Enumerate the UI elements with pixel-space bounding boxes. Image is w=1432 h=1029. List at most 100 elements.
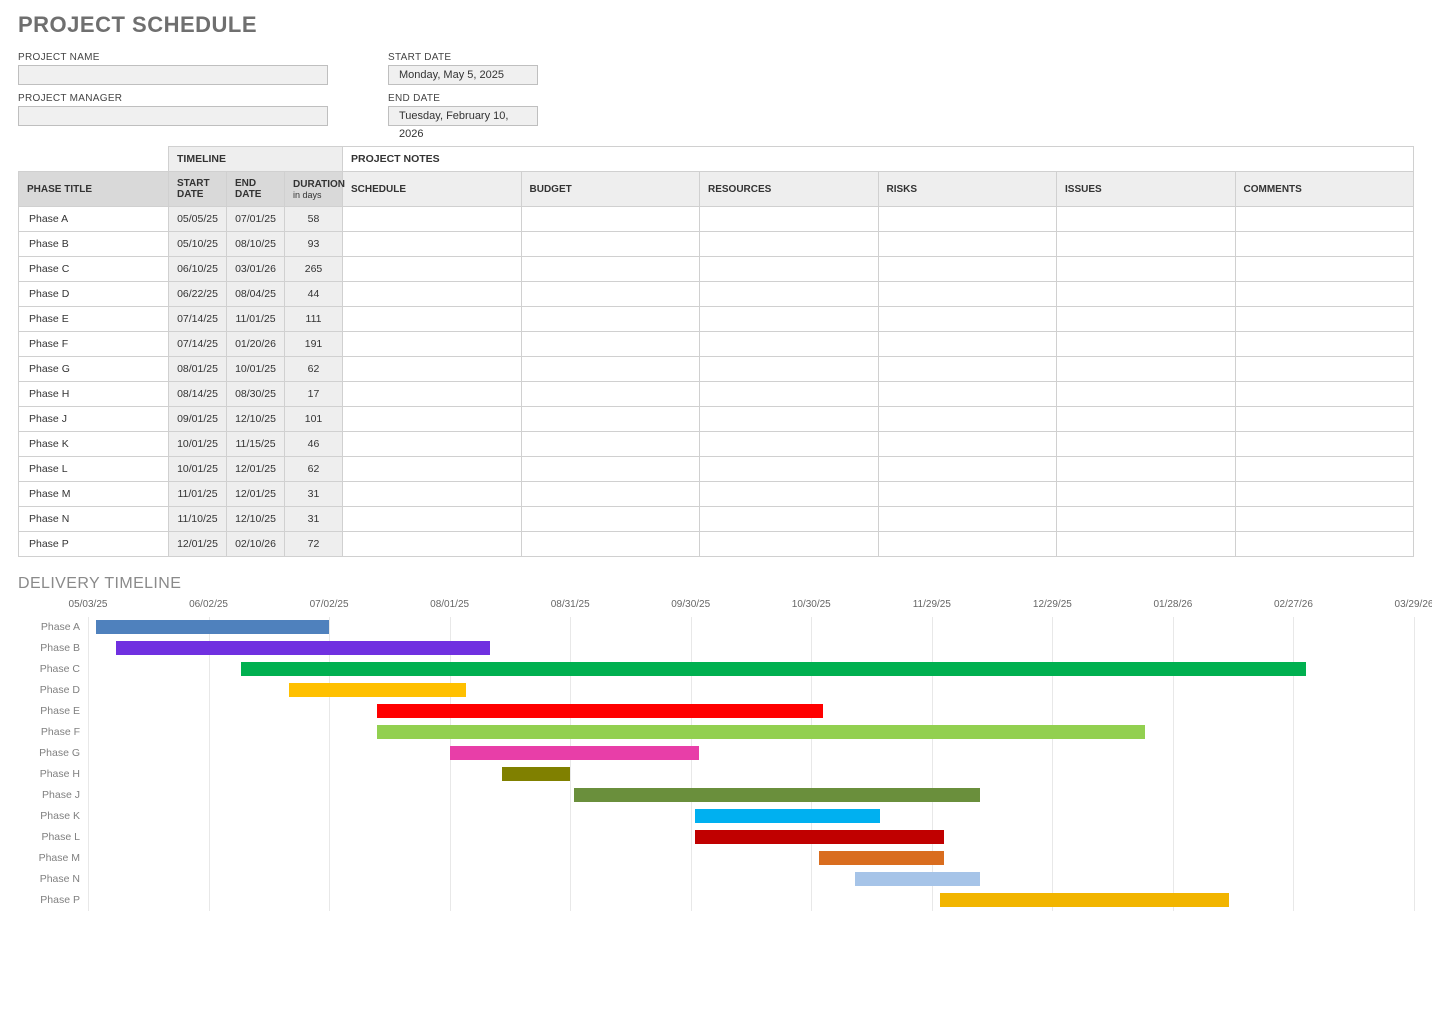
cell-budget[interactable] xyxy=(521,257,700,282)
cell-risks[interactable] xyxy=(878,457,1057,482)
cell-end[interactable]: 08/30/25 xyxy=(227,382,285,407)
cell-phase[interactable]: Phase C xyxy=(19,257,169,282)
cell-start[interactable]: 09/01/25 xyxy=(169,407,227,432)
cell-schedule[interactable] xyxy=(343,332,522,357)
cell-budget[interactable] xyxy=(521,307,700,332)
cell-schedule[interactable] xyxy=(343,257,522,282)
start-date-field[interactable]: Monday, May 5, 2025 xyxy=(388,65,538,85)
cell-budget[interactable] xyxy=(521,482,700,507)
cell-duration[interactable]: 191 xyxy=(285,332,343,357)
cell-start[interactable]: 10/01/25 xyxy=(169,432,227,457)
cell-resources[interactable] xyxy=(700,232,879,257)
cell-start[interactable]: 12/01/25 xyxy=(169,532,227,557)
cell-duration[interactable]: 44 xyxy=(285,282,343,307)
cell-risks[interactable] xyxy=(878,257,1057,282)
cell-comments[interactable] xyxy=(1235,282,1414,307)
cell-budget[interactable] xyxy=(521,332,700,357)
cell-schedule[interactable] xyxy=(343,382,522,407)
cell-issues[interactable] xyxy=(1057,357,1236,382)
cell-duration[interactable]: 31 xyxy=(285,482,343,507)
cell-phase[interactable]: Phase D xyxy=(19,282,169,307)
cell-comments[interactable] xyxy=(1235,307,1414,332)
cell-end[interactable]: 02/10/26 xyxy=(227,532,285,557)
cell-budget[interactable] xyxy=(521,507,700,532)
cell-comments[interactable] xyxy=(1235,482,1414,507)
cell-risks[interactable] xyxy=(878,382,1057,407)
cell-issues[interactable] xyxy=(1057,507,1236,532)
project-name-input[interactable] xyxy=(18,65,328,85)
cell-budget[interactable] xyxy=(521,282,700,307)
cell-start[interactable]: 05/10/25 xyxy=(169,232,227,257)
cell-resources[interactable] xyxy=(700,532,879,557)
cell-issues[interactable] xyxy=(1057,207,1236,232)
cell-phase[interactable]: Phase G xyxy=(19,357,169,382)
cell-comments[interactable] xyxy=(1235,457,1414,482)
cell-phase[interactable]: Phase M xyxy=(19,482,169,507)
cell-start[interactable]: 07/14/25 xyxy=(169,332,227,357)
cell-schedule[interactable] xyxy=(343,357,522,382)
cell-end[interactable]: 08/04/25 xyxy=(227,282,285,307)
cell-budget[interactable] xyxy=(521,357,700,382)
cell-issues[interactable] xyxy=(1057,482,1236,507)
cell-duration[interactable]: 31 xyxy=(285,507,343,532)
cell-issues[interactable] xyxy=(1057,307,1236,332)
cell-resources[interactable] xyxy=(700,357,879,382)
cell-risks[interactable] xyxy=(878,232,1057,257)
cell-budget[interactable] xyxy=(521,382,700,407)
cell-phase[interactable]: Phase K xyxy=(19,432,169,457)
cell-start[interactable]: 08/01/25 xyxy=(169,357,227,382)
cell-risks[interactable] xyxy=(878,332,1057,357)
cell-duration[interactable]: 111 xyxy=(285,307,343,332)
cell-comments[interactable] xyxy=(1235,357,1414,382)
cell-issues[interactable] xyxy=(1057,407,1236,432)
cell-start[interactable]: 06/10/25 xyxy=(169,257,227,282)
cell-budget[interactable] xyxy=(521,207,700,232)
cell-duration[interactable]: 93 xyxy=(285,232,343,257)
cell-schedule[interactable] xyxy=(343,507,522,532)
cell-resources[interactable] xyxy=(700,457,879,482)
cell-phase[interactable]: Phase B xyxy=(19,232,169,257)
cell-end[interactable]: 10/01/25 xyxy=(227,357,285,382)
cell-risks[interactable] xyxy=(878,507,1057,532)
cell-schedule[interactable] xyxy=(343,432,522,457)
cell-phase[interactable]: Phase P xyxy=(19,532,169,557)
cell-end[interactable]: 12/01/25 xyxy=(227,457,285,482)
cell-duration[interactable]: 58 xyxy=(285,207,343,232)
cell-comments[interactable] xyxy=(1235,382,1414,407)
cell-schedule[interactable] xyxy=(343,532,522,557)
cell-comments[interactable] xyxy=(1235,532,1414,557)
cell-resources[interactable] xyxy=(700,207,879,232)
cell-start[interactable]: 11/10/25 xyxy=(169,507,227,532)
cell-duration[interactable]: 72 xyxy=(285,532,343,557)
cell-risks[interactable] xyxy=(878,357,1057,382)
cell-end[interactable]: 11/01/25 xyxy=(227,307,285,332)
cell-end[interactable]: 11/15/25 xyxy=(227,432,285,457)
cell-schedule[interactable] xyxy=(343,457,522,482)
cell-issues[interactable] xyxy=(1057,457,1236,482)
cell-end[interactable]: 01/20/26 xyxy=(227,332,285,357)
cell-duration[interactable]: 62 xyxy=(285,457,343,482)
cell-issues[interactable] xyxy=(1057,382,1236,407)
cell-issues[interactable] xyxy=(1057,282,1236,307)
cell-comments[interactable] xyxy=(1235,332,1414,357)
cell-duration[interactable]: 265 xyxy=(285,257,343,282)
cell-resources[interactable] xyxy=(700,257,879,282)
cell-issues[interactable] xyxy=(1057,232,1236,257)
cell-schedule[interactable] xyxy=(343,207,522,232)
cell-risks[interactable] xyxy=(878,482,1057,507)
cell-issues[interactable] xyxy=(1057,432,1236,457)
cell-schedule[interactable] xyxy=(343,407,522,432)
cell-issues[interactable] xyxy=(1057,332,1236,357)
cell-budget[interactable] xyxy=(521,232,700,257)
cell-schedule[interactable] xyxy=(343,232,522,257)
cell-comments[interactable] xyxy=(1235,507,1414,532)
cell-end[interactable]: 12/10/25 xyxy=(227,407,285,432)
cell-resources[interactable] xyxy=(700,407,879,432)
cell-phase[interactable]: Phase A xyxy=(19,207,169,232)
cell-risks[interactable] xyxy=(878,407,1057,432)
cell-comments[interactable] xyxy=(1235,257,1414,282)
cell-start[interactable]: 06/22/25 xyxy=(169,282,227,307)
cell-duration[interactable]: 101 xyxy=(285,407,343,432)
cell-end[interactable]: 08/10/25 xyxy=(227,232,285,257)
cell-resources[interactable] xyxy=(700,382,879,407)
